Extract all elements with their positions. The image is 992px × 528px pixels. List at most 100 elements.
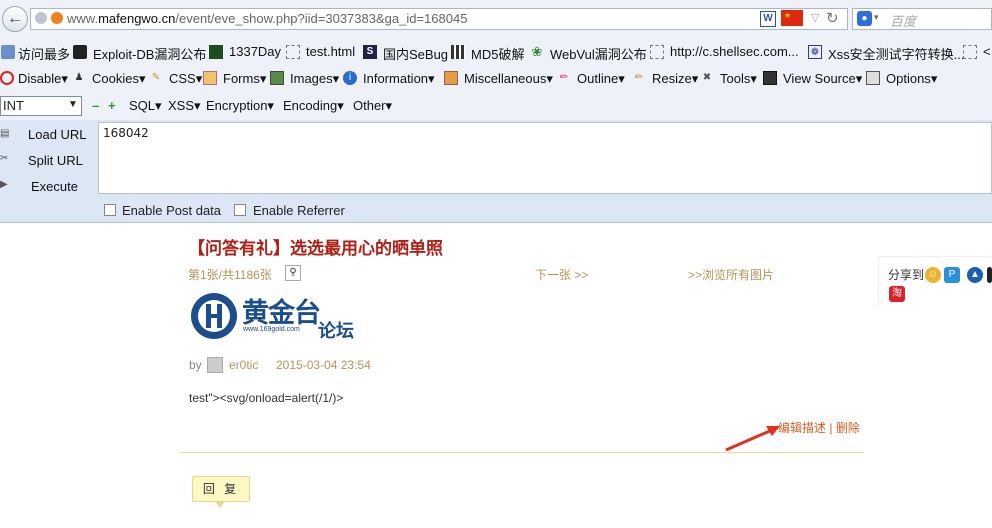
bookmark-item[interactable]: 访问最多 <box>18 44 70 63</box>
author-link[interactable]: er0tic <box>229 358 258 372</box>
url-textarea[interactable] <box>98 122 992 194</box>
tencent-weibo-icon[interactable]: P <box>944 267 960 283</box>
enable-referrer-checkbox[interactable] <box>234 204 246 216</box>
menu-images[interactable]: Images▾ <box>290 71 339 87</box>
decrease-icon[interactable]: – <box>92 98 99 113</box>
logo-url-text: www.169gold.com <box>243 326 300 333</box>
bookmark-item[interactable]: WebVul漏洞公布 <box>550 44 647 63</box>
chevron-down-icon[interactable]: ▼ <box>68 99 78 110</box>
reload-icon[interactable]: ↻ <box>826 9 839 27</box>
options-icon <box>866 71 880 85</box>
post-description: test"><svg/onload=alert(/1/)> <box>189 391 344 405</box>
edit-description-link[interactable]: 编辑描述 <box>778 421 826 435</box>
view-source-icon <box>763 71 777 85</box>
post-actions: 编辑描述 | 删除 <box>778 419 860 436</box>
menu-css[interactable]: CSS▾ <box>169 71 202 87</box>
menu-information[interactable]: Information▾ <box>363 71 435 87</box>
search-placeholder[interactable]: 百度 <box>890 11 916 30</box>
page-icon <box>286 45 300 59</box>
int-select-value[interactable]: INT <box>3 98 24 113</box>
taobao-icon[interactable]: 淘 <box>889 286 905 302</box>
menu-view-source[interactable]: View Source▾ <box>783 71 862 87</box>
qzone-icon[interactable]: ☺ <box>925 267 941 283</box>
xss-icon: ❁ <box>808 45 822 59</box>
browse-all-link[interactable]: >>浏览所有图片 <box>688 266 774 283</box>
separator: | <box>829 421 833 435</box>
more-share-icon[interactable] <box>987 267 992 283</box>
md5-icon <box>451 45 465 59</box>
webvul-icon: ❀ <box>531 44 543 59</box>
bookmark-item[interactable]: test.html <box>306 44 355 59</box>
word-icon[interactable]: W <box>760 11 776 27</box>
bookmark-item[interactable]: MD5破解 <box>471 44 524 63</box>
search-engine-dropdown-icon[interactable]: ▾ <box>874 12 879 23</box>
css-pencil-icon: ✎ <box>151 72 161 83</box>
post-date: 2015-03-04 23:54 <box>276 358 371 372</box>
1337day-icon <box>209 45 223 59</box>
search-field[interactable] <box>852 8 992 30</box>
menu-disable[interactable]: Disable▾ <box>18 71 68 87</box>
split-url-button[interactable]: Split URL <box>28 153 83 168</box>
page-title: 【问答有礼】选选最用心的晒单照 <box>188 239 443 258</box>
by-label: by <box>189 358 202 372</box>
logo-sub-text: 论坛 <box>318 321 354 341</box>
execute-button[interactable]: Execute <box>31 179 78 194</box>
tools-icon: ✖ <box>702 72 712 83</box>
load-url-icon: ▤ <box>0 128 10 139</box>
execute-icon: ▶ <box>0 179 8 190</box>
renren-icon[interactable]: ▲ <box>967 267 983 283</box>
hackbar-menu-other[interactable]: Other▾ <box>353 98 392 114</box>
hackbar-menu-encoding[interactable]: Encoding▾ <box>283 98 344 114</box>
bookmark-icon <box>1 45 15 59</box>
resize-ruler-icon: ✏ <box>634 72 644 83</box>
next-image-link[interactable]: 下一张 >> <box>535 266 588 283</box>
menu-resize[interactable]: Resize▾ <box>652 71 698 87</box>
site-favicon-icon <box>51 12 63 24</box>
bookmark-item[interactable]: 国内SeBug <box>383 44 448 63</box>
menu-cookies[interactable]: Cookies▾ <box>92 71 146 87</box>
forms-icon <box>203 71 217 85</box>
back-button[interactable]: ← <box>2 6 28 32</box>
page-counter: 第1张/共1186张 <box>188 268 272 282</box>
logo-main-text: 黄金台 <box>242 298 321 328</box>
information-icon: i <box>343 71 357 85</box>
cookie-user-icon: ♟ <box>74 72 84 83</box>
disable-icon <box>0 71 14 85</box>
bookmark-item[interactable]: Xss安全测试字符转换... <box>828 44 965 63</box>
identity-icon[interactable] <box>35 12 47 24</box>
delete-link[interactable]: 删除 <box>836 421 860 435</box>
page-icon <box>650 45 664 59</box>
zoom-icon[interactable]: ⚲ <box>285 265 301 281</box>
enable-post-checkbox[interactable] <box>104 204 116 216</box>
china-flag-icon[interactable]: ★ <box>781 10 803 26</box>
reply-bubble-tail <box>215 501 225 508</box>
hackbar-menu-sql[interactable]: SQL▾ <box>129 98 162 114</box>
share-label: 分享到 <box>888 268 925 282</box>
bookmark-item[interactable]: Exploit-DB漏洞公布 <box>93 44 206 63</box>
bookmark-item[interactable]: 1337Day <box>229 44 281 59</box>
menu-outline[interactable]: Outline▾ <box>577 71 625 87</box>
hackbar-menu-encryption[interactable]: Encryption▾ <box>206 98 274 114</box>
split-url-scissors-icon: ✂ <box>0 153 9 164</box>
baidu-paw-icon[interactable]: ● <box>857 11 872 26</box>
menu-tools[interactable]: Tools▾ <box>720 71 757 87</box>
hackbar-menu-xss[interactable]: XSS▾ <box>168 98 201 114</box>
miscellaneous-icon <box>444 71 458 85</box>
increase-icon[interactable]: + <box>108 98 116 113</box>
bookmark-item[interactable]: < <box>983 44 991 59</box>
red-arrow-annotation-icon <box>725 426 780 452</box>
sebug-icon: S <box>363 45 377 59</box>
load-url-button[interactable]: Load URL <box>28 127 87 142</box>
enable-post-label: Enable Post data <box>122 203 222 218</box>
dropdown-icon[interactable]: ▽ <box>811 11 819 24</box>
menu-options[interactable]: Options▾ <box>886 71 937 87</box>
url-text[interactable]: www.mafengwo.cn/event/eve_show.php?iid=3… <box>67 11 467 26</box>
menu-forms[interactable]: Forms▾ <box>223 71 266 87</box>
reply-button[interactable]: 回 复 <box>192 476 250 502</box>
avatar[interactable] <box>207 357 223 373</box>
url-textarea-value[interactable]: 168042 <box>103 126 149 140</box>
enable-referrer-label: Enable Referrer <box>253 203 345 218</box>
bookmark-item[interactable]: http://c.shellsec.com... <box>670 44 799 59</box>
menu-miscellaneous[interactable]: Miscellaneous▾ <box>464 71 553 87</box>
page-icon <box>963 45 977 59</box>
